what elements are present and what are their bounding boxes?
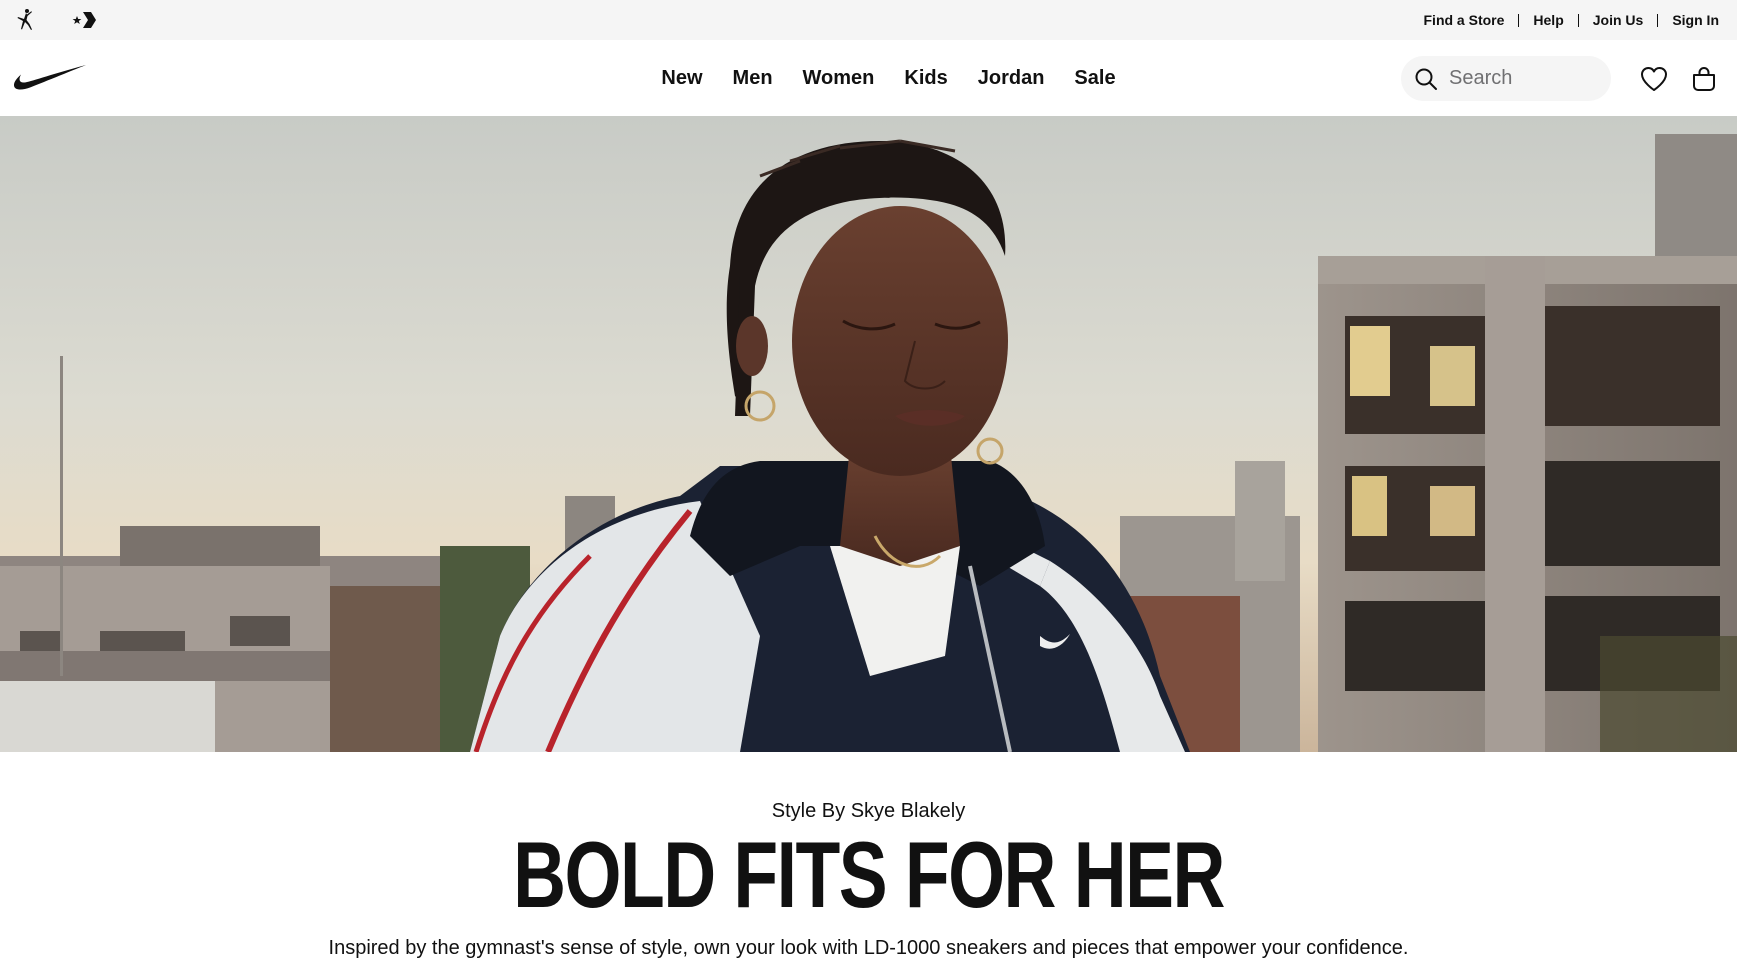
nav-item-women[interactable]: Women	[803, 63, 875, 94]
heart-icon[interactable]	[1639, 64, 1669, 94]
search-box[interactable]	[1401, 56, 1611, 101]
divider	[1518, 13, 1520, 27]
jordan-jumpman-icon[interactable]	[14, 8, 38, 32]
nav-item-jordan[interactable]: Jordan	[978, 63, 1045, 94]
converse-star-chevron-icon[interactable]	[72, 10, 96, 30]
help-link[interactable]: Help	[1533, 12, 1563, 28]
sign-in-link[interactable]: Sign In	[1672, 12, 1719, 28]
nike-swoosh-icon[interactable]	[13, 64, 87, 97]
find-a-store-link[interactable]: Find a Store	[1424, 12, 1505, 28]
join-us-link[interactable]: Join Us	[1593, 12, 1644, 28]
utility-bar: Find a Store Help Join Us Sign In	[0, 0, 1737, 40]
search-input[interactable]	[1449, 67, 1599, 90]
brand-icons	[14, 8, 96, 32]
divider	[1657, 13, 1659, 27]
main-nav: New Men Women Kids Jordan Sale	[0, 40, 1737, 116]
nav-item-men[interactable]: Men	[733, 63, 773, 94]
nav-item-new[interactable]: New	[661, 63, 702, 94]
hero-headline: BOLD FITS FOR HER	[513, 822, 1225, 927]
nav-item-sale[interactable]: Sale	[1074, 63, 1115, 94]
bag-icon[interactable]	[1689, 64, 1719, 94]
utility-links: Find a Store Help Join Us Sign In	[1424, 12, 1720, 28]
hero-subcopy: Inspired by the gymnast's sense of style…	[328, 937, 1409, 959]
search-icon[interactable]	[1413, 66, 1439, 92]
nav-item-kids[interactable]: Kids	[904, 63, 947, 94]
divider	[1577, 13, 1579, 27]
hero-eyebrow: Style By Skye Blakely	[771, 800, 966, 822]
hero-image[interactable]	[0, 116, 1737, 752]
